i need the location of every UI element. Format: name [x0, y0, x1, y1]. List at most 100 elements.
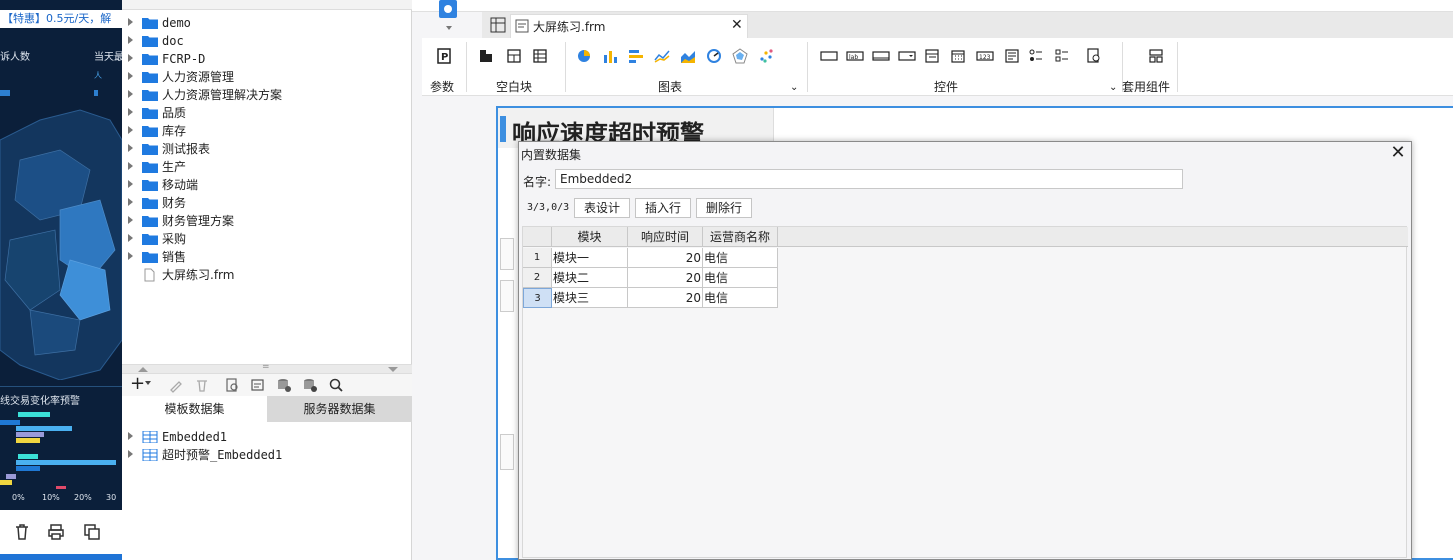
number-widget-icon[interactable]: 123: [976, 48, 994, 64]
widget-placeholder[interactable]: [500, 280, 514, 312]
tree-item[interactable]: 财务: [122, 194, 412, 212]
expand-caret-icon[interactable]: [128, 198, 133, 206]
chevron-down-icon[interactable]: [446, 26, 452, 30]
insert-row-button[interactable]: 插入行: [635, 198, 691, 218]
expand-caret-icon[interactable]: [128, 216, 133, 224]
dataset-item[interactable]: Embedded1: [122, 428, 412, 446]
absolute-block-icon[interactable]: [478, 48, 494, 64]
expand-caret-icon[interactable]: [128, 108, 133, 116]
column-header[interactable]: 模块: [552, 227, 628, 247]
widget-placeholder[interactable]: [500, 434, 514, 470]
table-design-button[interactable]: 表设计: [574, 198, 630, 218]
date-widget-icon[interactable]: [950, 48, 966, 64]
scatter-chart-icon[interactable]: [758, 48, 774, 64]
search-widget-icon[interactable]: [1086, 48, 1102, 64]
component-icon[interactable]: [436, 0, 460, 24]
tab-template-datasets[interactable]: 模板数据集: [122, 396, 267, 422]
tree-item[interactable]: 人力资源管理: [122, 68, 412, 86]
table-cell[interactable]: 模块三: [552, 288, 628, 308]
grid-block-icon[interactable]: [532, 48, 548, 64]
parameter-icon[interactable]: P: [436, 48, 452, 64]
chevron-down-icon[interactable]: [145, 381, 151, 385]
collapse-up-icon[interactable]: [138, 367, 148, 372]
tab-block-icon[interactable]: [506, 48, 522, 64]
database-refresh-icon[interactable]: [302, 377, 318, 393]
panel-splitter[interactable]: =: [122, 362, 412, 374]
expand-caret-icon[interactable]: [128, 432, 133, 440]
grid-icon[interactable]: [490, 17, 506, 33]
chevron-down-icon[interactable]: ⌄: [790, 82, 798, 93]
gauge-chart-icon[interactable]: [706, 48, 722, 64]
table-cell[interactable]: 20: [628, 288, 703, 308]
expand-caret-icon[interactable]: [128, 36, 133, 44]
column-header[interactable]: 响应时间: [628, 227, 703, 247]
tree-item[interactable]: doc: [122, 32, 412, 50]
expand-caret-icon[interactable]: [128, 180, 133, 188]
corner-cell[interactable]: [523, 227, 552, 247]
add-icon[interactable]: +: [130, 374, 145, 394]
tree-item[interactable]: 销售: [122, 248, 412, 266]
table-cell[interactable]: 20: [628, 248, 703, 268]
copy-icon[interactable]: [82, 522, 102, 542]
label-widget-icon[interactable]: [820, 48, 838, 64]
expand-caret-icon[interactable]: [128, 144, 133, 152]
pie-chart-icon[interactable]: [576, 48, 592, 64]
button-widget-icon[interactable]: [872, 48, 890, 64]
tree-item[interactable]: 库存: [122, 122, 412, 140]
line-chart-icon[interactable]: [654, 48, 670, 64]
tree-item[interactable]: 大屏练习.frm: [122, 266, 412, 284]
close-icon[interactable]: ✕: [1387, 143, 1409, 163]
print-icon[interactable]: [46, 522, 66, 542]
radar-chart-icon[interactable]: [732, 48, 748, 64]
promo-banner[interactable]: 【特惠】0.5元/天，解: [0, 10, 122, 28]
expand-caret-icon[interactable]: [128, 54, 133, 62]
row-number[interactable]: 2: [523, 268, 552, 288]
collapse-down-icon[interactable]: [388, 367, 398, 372]
table-cell[interactable]: 电信: [703, 288, 778, 308]
expand-caret-icon[interactable]: [128, 252, 133, 260]
dataset-item[interactable]: 超时预警_Embedded1: [122, 446, 412, 464]
row-number[interactable]: 3: [523, 288, 552, 308]
grip-icon[interactable]: =: [262, 362, 270, 372]
area-chart-icon[interactable]: [680, 48, 696, 64]
row-number[interactable]: 1: [523, 248, 552, 268]
expand-caret-icon[interactable]: [128, 450, 133, 458]
expand-caret-icon[interactable]: [128, 72, 133, 80]
table-cell[interactable]: 模块二: [552, 268, 628, 288]
tree-item[interactable]: demo: [122, 14, 412, 32]
tab-server-datasets[interactable]: 服务器数据集: [267, 396, 412, 422]
expand-caret-icon[interactable]: [128, 162, 133, 170]
checkbox-group-icon[interactable]: [1054, 48, 1070, 64]
close-icon[interactable]: ✕: [731, 17, 743, 33]
expand-caret-icon[interactable]: [128, 126, 133, 134]
tree-item[interactable]: 移动端: [122, 176, 412, 194]
trash-icon[interactable]: [12, 522, 32, 542]
expand-caret-icon[interactable]: [128, 90, 133, 98]
expand-caret-icon[interactable]: [128, 234, 133, 242]
tree-item[interactable]: 人力资源管理解决方案: [122, 86, 412, 104]
tree-item[interactable]: 生产: [122, 158, 412, 176]
horizontal-bar-icon[interactable]: [628, 48, 644, 64]
delete-row-button[interactable]: 删除行: [696, 198, 752, 218]
tree-widget-icon[interactable]: [924, 48, 940, 64]
tab-file[interactable]: 大屏练习.frm ✕: [510, 14, 748, 38]
search-icon[interactable]: [328, 377, 344, 393]
textarea-widget-icon[interactable]: [1004, 48, 1020, 64]
combobox-widget-icon[interactable]: [898, 48, 916, 64]
tree-item[interactable]: FCRP-D: [122, 50, 412, 68]
table-cell[interactable]: 电信: [703, 248, 778, 268]
preview-icon[interactable]: [224, 377, 240, 393]
tree-item[interactable]: 采购: [122, 230, 412, 248]
widget-placeholder[interactable]: [500, 238, 514, 270]
tree-item[interactable]: 品质: [122, 104, 412, 122]
tree-item[interactable]: 测试报表: [122, 140, 412, 158]
table-cell[interactable]: 模块一: [552, 248, 628, 268]
package-icon[interactable]: [1148, 48, 1164, 64]
table-cell[interactable]: 20: [628, 268, 703, 288]
delete-icon[interactable]: [194, 377, 210, 393]
text-widget-icon[interactable]: lab: [846, 48, 864, 64]
database-icon[interactable]: [276, 377, 292, 393]
dataset-name-input[interactable]: Embedded2: [555, 169, 1183, 189]
expand-caret-icon[interactable]: [128, 18, 133, 26]
bar-chart-icon[interactable]: [602, 48, 618, 64]
